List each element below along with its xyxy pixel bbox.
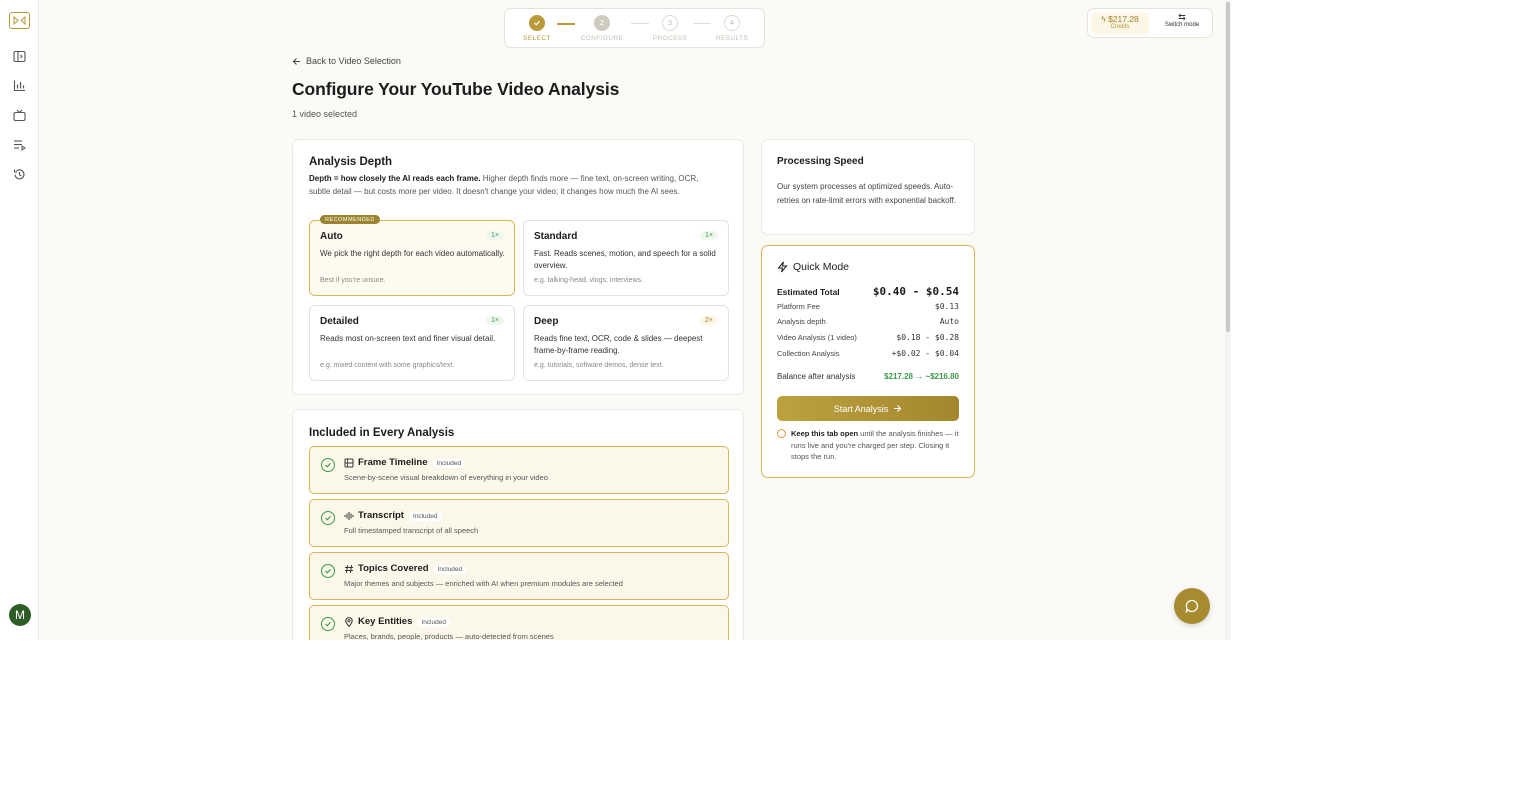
depth-option-deep[interactable]: Deep 2× Reads fine text, OCR, code & sli… [523,305,729,381]
scrollbar[interactable] [1225,0,1231,640]
check-circle-icon [321,458,335,472]
step-connector [557,23,575,25]
step-results: 4 RESULTS [704,15,760,42]
cost-multiplier: 1× [486,231,504,240]
switch-mode-button[interactable]: ⇆ Switch mode [1152,9,1212,37]
arrow-left-icon [292,57,300,65]
depth-description: Depth = how closely the AI reads each fr… [309,174,699,196]
balance-after-row: Balance after analysis $217.28 → ~$216.8… [777,372,959,381]
start-analysis-button[interactable]: Start Analysis [777,396,959,421]
chat-bubble-icon [1185,599,1199,614]
check-circle-icon [321,511,335,525]
check-circle-icon [321,617,335,631]
scrollbar-thumb[interactable] [1226,2,1230,332]
step-select: SELECT [509,15,565,42]
hash-icon [344,564,354,574]
section-title: Processing Speed [777,156,864,167]
cost-multiplier: 2× [700,316,718,325]
cost-row-analysis-depth: Analysis depth Auto [777,317,959,326]
feature-transcript: Transcript Included Full timestamped tran… [309,499,729,547]
logo-icon [13,16,26,25]
cost-row-collection-analysis: Collection Analysis +$0.02 - $0.04 [777,349,959,358]
feature-frame-timeline: Frame Timeline Included Scene-by-scene vi… [309,446,729,494]
cost-row-platform-fee: Platform Fee $0.13 [777,302,959,311]
sidebar-item-history[interactable] [12,167,27,182]
back-link[interactable]: Back to Video Selection [292,56,401,66]
quick-mode-summary-card: Quick Mode Estimated Total $0.40 - $0.54… [761,245,975,478]
app-window: M SELECT 2 CONFIGURE 3 PROCESS 4 RESULTS… [0,0,1231,640]
depth-option-standard[interactable]: Standard 1× Fast. Reads scenes, motion, … [523,220,729,296]
tv-icon [13,109,26,122]
included-tag: Included [417,618,450,627]
step-configure: 2 CONFIGURE [574,15,630,42]
estimated-total-row: Estimated Total $0.40 - $0.54 [777,285,959,298]
feature-key-entities: Key Entities Included Places, brands, peo… [309,605,729,640]
audio-wave-icon [344,511,354,521]
credits-balance[interactable]: ϟ $217.28 Credits [1091,12,1149,34]
sidebar: M [0,0,39,640]
analysis-depth-card: Analysis Depth Depth = how closely the A… [292,139,744,395]
film-icon [344,458,354,468]
keep-tab-open-notice: Keep this tab open until the analysis fi… [777,428,959,463]
selection-count: 1 video selected [292,109,358,119]
avatar[interactable]: M [9,604,31,626]
processing-speed-card: Processing Speed Our system processes at… [761,139,975,235]
sidebar-item-playlists[interactable] [12,137,27,152]
recommended-badge: RECOMMENDED [320,215,380,224]
feature-topics-covered: Topics Covered Included Major themes and … [309,552,729,600]
bar-chart-icon [13,80,25,92]
depth-option-auto[interactable]: RECOMMENDED Auto 1× We pick the right de… [309,215,515,296]
map-pin-icon [344,617,354,628]
history-icon [13,169,25,180]
included-tag: Included [408,512,442,521]
section-title: Included in Every Analysis [309,427,455,439]
swap-icon: ⇆ [1178,12,1186,22]
chat-button[interactable] [1174,588,1210,624]
app-logo[interactable] [9,12,30,29]
progress-stepper: SELECT 2 CONFIGURE 3 PROCESS 4 RESULTS [504,8,765,48]
included-features-card: Included in Every Analysis Frame Timelin… [292,409,744,640]
sidebar-item-videos[interactable] [12,108,27,123]
credits-widget: ϟ $217.28 Credits ⇆ Switch mode [1087,8,1213,38]
cost-multiplier: 1× [700,231,718,240]
section-title: Analysis Depth [309,156,393,168]
clock-icon [777,429,786,438]
included-tag: Included [432,459,466,468]
included-tag: Included [433,565,467,574]
playlist-icon [14,140,26,151]
cost-multiplier: 1× [486,316,504,325]
cost-row-video-analysis: Video Analysis (1 video) $0.18 - $0.28 [777,333,959,342]
lightning-icon [777,261,788,273]
sidebar-item-panel[interactable] [12,49,27,64]
arrow-right-icon [894,405,902,412]
step-process: 3 PROCESS [642,15,698,42]
panel-icon [13,50,26,63]
sidebar-item-analytics[interactable] [12,78,27,93]
check-circle-icon [321,564,335,578]
quick-mode-title: Quick Mode [777,261,849,273]
page-title: Configure Your YouTube Video Analysis [292,79,620,99]
depth-option-detailed[interactable]: Detailed 1× Reads most on-screen text an… [309,305,515,381]
check-icon [529,15,545,31]
